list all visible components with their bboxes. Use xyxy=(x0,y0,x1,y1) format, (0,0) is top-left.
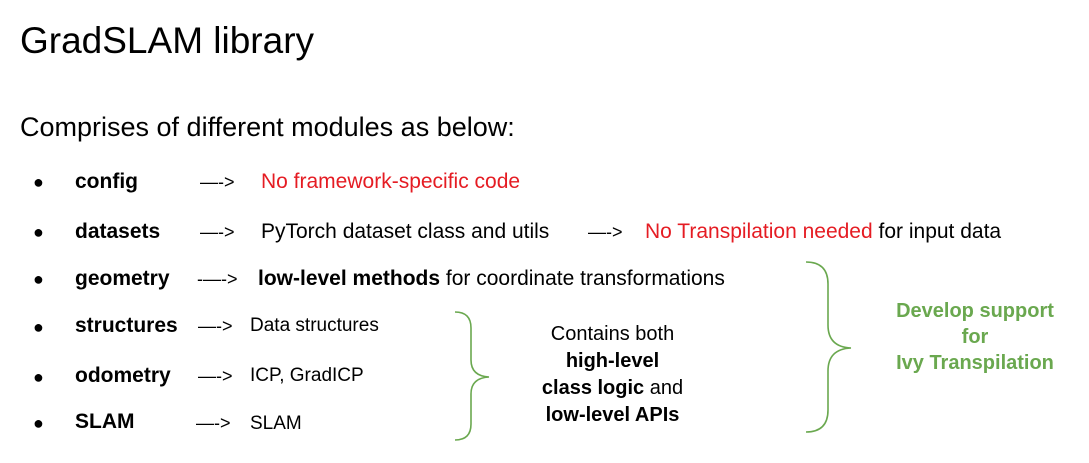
develop-support-note: Develop support for Ivy Transpilation xyxy=(870,298,1080,376)
note-line-2: high-level xyxy=(565,350,660,372)
brace-small xyxy=(454,311,490,441)
green-line-1: Develop support xyxy=(896,300,1054,322)
green-line-3: Ivy Transpilation xyxy=(896,352,1054,374)
contains-both-note: Contains both high-level class logic and… xyxy=(505,321,720,429)
note-line-3: class logic and xyxy=(505,375,720,402)
green-line-2: for xyxy=(961,326,989,348)
note-line-1: Contains both xyxy=(550,323,675,345)
note-line-4: low-level APIs xyxy=(545,404,680,426)
note-line-3-after: and xyxy=(644,377,684,399)
brace-large xyxy=(805,261,852,433)
note-line-3-bold: class logic xyxy=(541,377,645,399)
